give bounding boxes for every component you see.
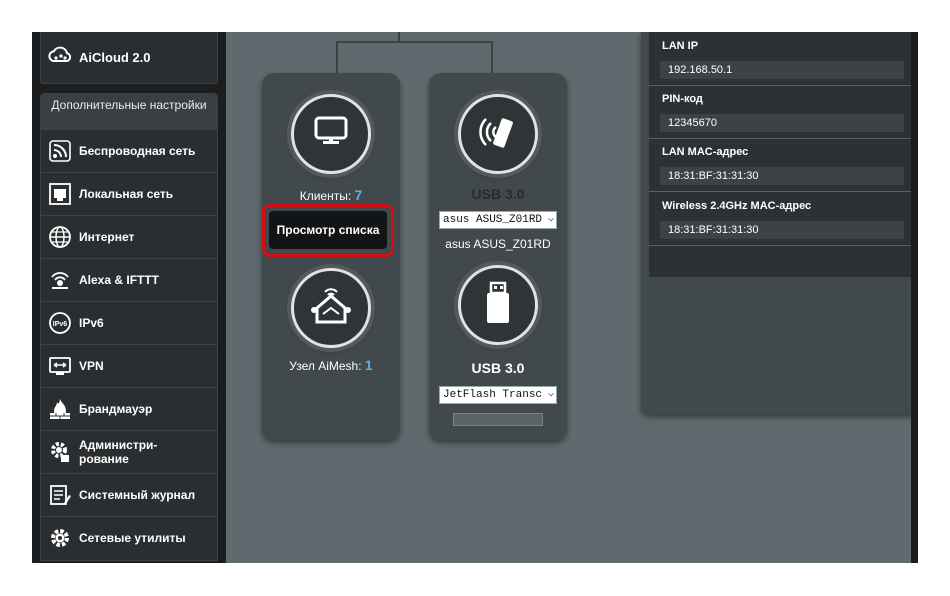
connector-line [398,32,400,42]
info-row-pin: PIN-код 12345670 [649,85,918,139]
info-value: 18:31:BF:31:31:30 [660,221,904,239]
usb-2-progress-bar [453,413,543,426]
usb-1-select-value: asus ASUS_Z01RD [443,214,543,226]
info-row-lan-mac: LAN MAC-адрес 18:31:BF:31:31:30 [649,138,918,192]
sidebar-item-label: Alexa & IFTTT [79,273,160,287]
sidebar-item-network-tools[interactable]: Сетевые утилиты [41,516,217,559]
page-scrollbar[interactable] [911,32,918,563]
clients-count[interactable]: 7 [355,187,363,203]
usb-flash-drive-icon [481,281,515,330]
router-admin-window: AiCloud 2.0 Дополнительные настройки Бес… [32,32,918,563]
sidebar-item-wireless[interactable]: Беспроводная сеть [41,129,217,172]
usb-1-title: USB 3.0 [471,186,525,202]
sidebar-item-internet[interactable]: Интернет [41,215,217,258]
info-label: LAN MAC-адрес [662,146,749,158]
connector-line [491,41,493,73]
clients-count-line: Клиенты: 7 [262,187,400,203]
usb-modem-icon [475,109,521,160]
firewall-icon [47,396,73,422]
sidebar-item-alexa-ifttt[interactable]: Alexa & IFTTT [41,258,217,301]
clients-label: Клиенты: [299,189,352,203]
sidebar: AiCloud 2.0 Дополнительные настройки Бес… [32,32,226,563]
info-label: Wireless 2.4GHz MAC-адрес [662,200,812,212]
chevron-down-icon: ⌵ [547,389,554,400]
usb-device-2-button[interactable] [458,265,538,345]
sidebar-item-label: AiCloud 2.0 [79,50,151,65]
alexa-icon [47,267,73,293]
sidebar-item-label: Сетевые утилиты [79,531,186,545]
info-row-wireless-mac: Wireless 2.4GHz MAC-адрес 18:31:BF:31:31… [649,192,918,246]
sidebar-item-vpn[interactable]: VPN [41,344,217,387]
aimesh-label: Узел AiMesh: [289,359,362,373]
sidebar-item-firewall[interactable]: Брандмауэр [41,387,217,430]
sidebar-item-lan[interactable]: Локальная сеть [41,172,217,215]
sidebar-item-label: Системный журнал [79,488,196,502]
usb-device-1-button[interactable] [458,94,538,174]
connector-line [336,41,492,43]
connector-line [336,41,338,73]
info-value: 192.168.50.1 [660,61,904,79]
advanced-settings-heading: Дополнительные настройки [41,94,217,129]
view-list-button[interactable]: Просмотр списка [269,211,387,249]
wireless-icon [47,138,73,164]
sidebar-item-system-log[interactable]: Системный журнал [41,473,217,516]
sidebar-item-label: VPN [79,359,104,373]
sidebar-item-label: Локальная сеть [79,187,174,201]
advanced-settings-menu: Дополнительные настройки Беспроводная се… [40,93,218,561]
system-info-list: LAN IP 192.168.50.1 PIN-код 12345670 LAN… [649,32,918,277]
aimesh-count-line: Узел AiMesh: 1 [262,357,400,373]
sidebar-item-ipv6[interactable]: IPv6 IPv6 [41,301,217,344]
monitor-icon [313,115,349,154]
info-label: LAN IP [662,40,699,52]
sidebar-item-label: Беспроводная сеть [79,144,196,158]
ipv6-icon: IPv6 [47,310,73,336]
usb-1-device-name: asus ASUS_Z01RD [445,237,551,251]
sidebar-item-label: IPv6 [79,316,104,330]
clients-button[interactable] [291,94,371,174]
admin-gear-icon [47,439,73,465]
usb-2-title: USB 3.0 [471,360,525,376]
sidebar-item-aicloud[interactable]: AiCloud 2.0 [40,32,218,84]
usb-card: USB 3.0 asus ASUS_Z01RD ⌵ asus ASUS_Z01R… [429,73,567,440]
info-label: PIN-код [662,93,703,105]
chevron-down-icon: ⌵ [547,214,554,225]
globe-icon [47,224,73,250]
sidebar-item-label: Брандмауэр [79,402,153,416]
info-row-lan-ip: LAN IP 192.168.50.1 [649,32,918,86]
cloud-icon [47,44,73,71]
aimesh-node-icon [309,286,353,331]
system-status-panel: LAN IP 192.168.50.1 PIN-код 12345670 LAN… [641,32,918,414]
usb-2-select[interactable]: JetFlash Transc ⌵ [439,386,557,404]
sidebar-item-label: Интернет [79,230,135,244]
tools-gear-icon [47,525,73,551]
svg-text:IPv6: IPv6 [53,321,68,328]
info-value: 18:31:BF:31:31:30 [660,167,904,185]
usb-2-select-value: JetFlash Transc [443,389,543,401]
vpn-icon [47,353,73,379]
log-icon [47,482,73,508]
lan-icon [47,181,73,207]
info-value: 12345670 [660,114,904,132]
view-list-highlight: Просмотр списка [262,204,394,257]
usb-1-select[interactable]: asus ASUS_Z01RD ⌵ [439,211,557,229]
sidebar-item-administration[interactable]: Админи­стри- рование [41,430,217,473]
aimesh-count[interactable]: 1 [365,357,373,373]
network-map-area: Клиенты: 7 Узел AiMesh: 1 Просмотр списк… [226,32,918,563]
aimesh-button[interactable] [291,268,371,348]
sidebar-item-label: Админи­стри- рование [79,438,158,466]
